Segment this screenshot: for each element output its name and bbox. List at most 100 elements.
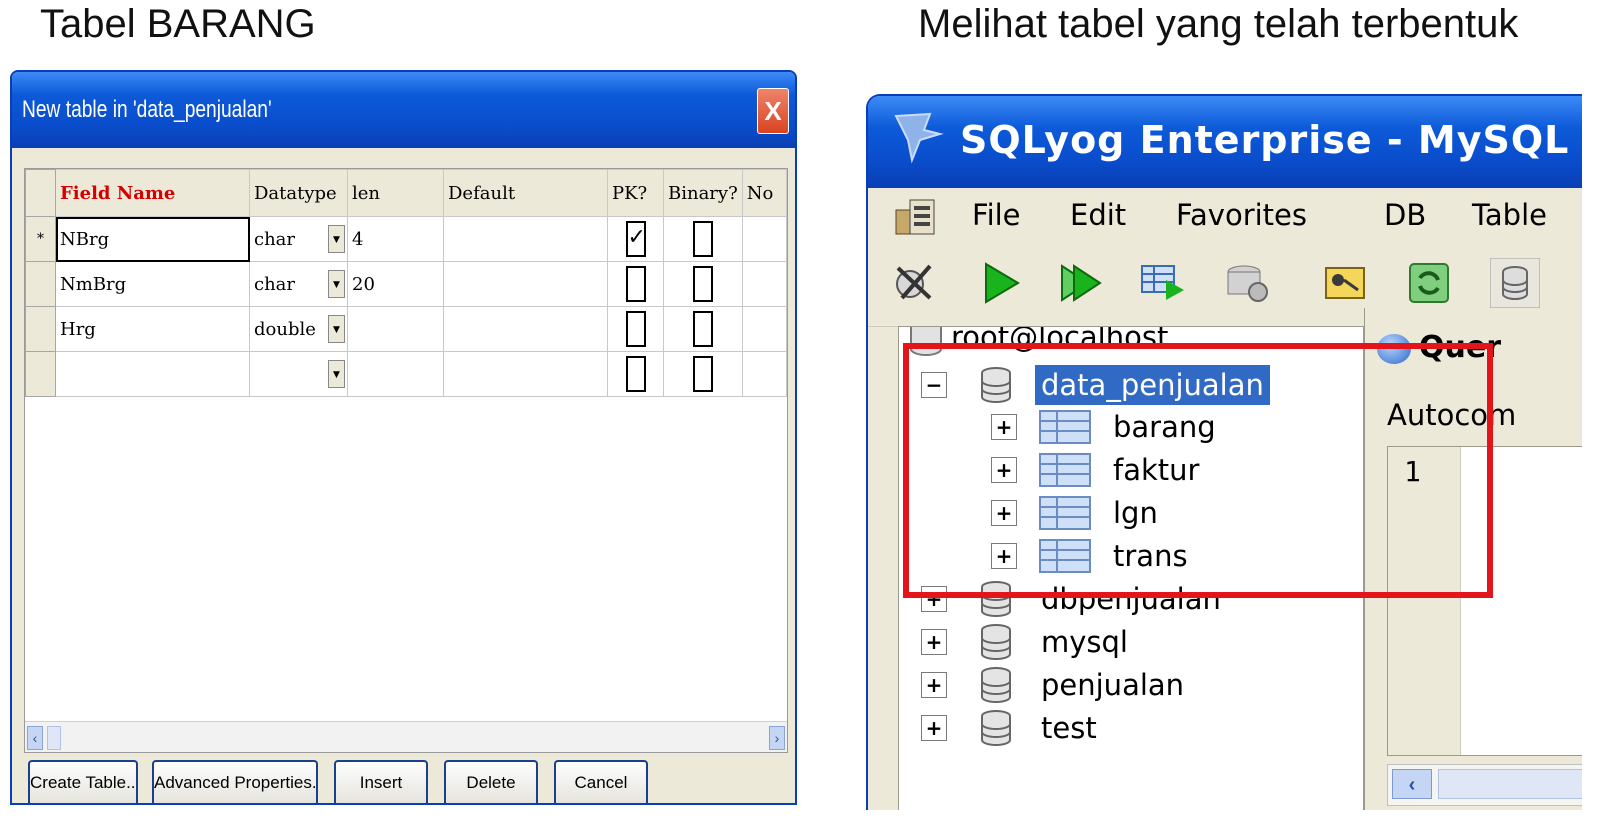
- menu-edit[interactable]: Edit: [1070, 198, 1126, 232]
- field-name-cell[interactable]: NmBrg: [55, 261, 250, 307]
- refresh-icon[interactable]: [1404, 258, 1454, 308]
- default-cell[interactable]: [443, 216, 608, 262]
- field-name-cell[interactable]: [55, 351, 250, 397]
- column-header-len[interactable]: len: [347, 169, 444, 217]
- pk-checkbox[interactable]: [625, 356, 646, 392]
- datatype-cell[interactable]: char ▼: [249, 216, 348, 262]
- pk-checkbox[interactable]: [625, 266, 646, 302]
- row-selector[interactable]: [25, 306, 56, 352]
- stop-query-icon[interactable]: [1222, 258, 1272, 308]
- column-header-field-name[interactable]: Field Name: [55, 169, 250, 217]
- chevron-down-icon[interactable]: ▼: [328, 360, 345, 388]
- schema-designer-icon[interactable]: [1320, 258, 1370, 308]
- menu-file[interactable]: File: [972, 198, 1021, 232]
- expand-icon[interactable]: +: [921, 672, 947, 698]
- tree-table-trans[interactable]: + trans: [899, 536, 1359, 576]
- menu-db[interactable]: DB: [1384, 198, 1426, 232]
- dialog-titlebar[interactable]: New table in 'data_penjualan' X: [12, 72, 795, 148]
- sqlyog-window: SQLyog Enterprise - MySQL File Edit Favo…: [866, 94, 1582, 810]
- binary-checkbox[interactable]: [692, 266, 713, 302]
- tree-db-dbpenjualan[interactable]: + dbpenjualan: [899, 579, 1359, 619]
- expand-icon[interactable]: +: [991, 543, 1017, 569]
- pk-cell: [607, 351, 664, 397]
- len-cell[interactable]: [347, 306, 444, 352]
- scroll-right-icon[interactable]: ›: [769, 726, 785, 750]
- len-cell[interactable]: [347, 351, 444, 397]
- binary-checkbox[interactable]: [692, 356, 713, 392]
- row-selector[interactable]: [25, 351, 56, 397]
- expand-icon[interactable]: +: [991, 414, 1017, 440]
- default-cell[interactable]: [443, 351, 608, 397]
- default-cell[interactable]: [443, 261, 608, 307]
- not-null-cell[interactable]: [741, 306, 787, 352]
- table-row: * NBrg char ▼ 4 ✓: [25, 216, 787, 262]
- scroll-track[interactable]: [1438, 769, 1582, 799]
- sqlyog-titlebar[interactable]: SQLyog Enterprise - MySQL: [868, 96, 1582, 188]
- close-button[interactable]: X: [757, 88, 789, 134]
- menu-favorites[interactable]: Favorites: [1176, 198, 1307, 232]
- chevron-down-icon[interactable]: ▼: [328, 270, 345, 298]
- dialog-title: New table in 'data_penjualan': [22, 96, 272, 123]
- insert-button[interactable]: Insert: [334, 760, 428, 803]
- create-table-button[interactable]: Create Table...: [28, 760, 138, 803]
- expand-icon[interactable]: +: [991, 457, 1017, 483]
- scroll-left-icon[interactable]: ‹: [1392, 769, 1432, 799]
- len-cell[interactable]: 20: [347, 261, 444, 307]
- tree-table-lgn[interactable]: + lgn: [899, 493, 1359, 533]
- editor-horizontal-scrollbar[interactable]: ‹: [1387, 764, 1582, 806]
- datatype-cell[interactable]: ▼: [249, 351, 348, 397]
- database-icon[interactable]: [1490, 258, 1540, 308]
- expand-icon[interactable]: +: [921, 715, 947, 741]
- chevron-down-icon[interactable]: ▼: [328, 315, 345, 343]
- datatype-cell[interactable]: double ▼: [249, 306, 348, 352]
- execute-all-icon[interactable]: [1056, 258, 1106, 308]
- menu-table[interactable]: Table: [1472, 198, 1547, 232]
- column-header-binary[interactable]: Binary?: [663, 169, 743, 217]
- tree-db-data-penjualan[interactable]: − data_penjualan: [899, 365, 1359, 405]
- tree-db-test[interactable]: + test: [899, 708, 1359, 748]
- not-null-cell[interactable]: [741, 351, 787, 397]
- pk-checkbox[interactable]: [625, 311, 646, 347]
- not-null-cell[interactable]: [741, 261, 787, 307]
- column-header-pk[interactable]: PK?: [607, 169, 664, 217]
- datatype-cell[interactable]: char ▼: [249, 261, 348, 307]
- tree-table-barang[interactable]: + barang: [899, 407, 1359, 447]
- expand-icon[interactable]: +: [991, 500, 1017, 526]
- cancel-button[interactable]: Cancel: [554, 760, 648, 803]
- execute-edit-icon[interactable]: [1138, 258, 1188, 308]
- connect-icon[interactable]: [890, 258, 940, 308]
- tree-db-penjualan[interactable]: + penjualan: [899, 665, 1359, 705]
- query-editor[interactable]: 1: [1387, 446, 1582, 756]
- row-selector[interactable]: [25, 261, 56, 307]
- not-null-cell[interactable]: [741, 216, 787, 262]
- horizontal-scrollbar[interactable]: ‹ ›: [25, 721, 787, 752]
- execute-query-icon[interactable]: [976, 258, 1026, 308]
- row-selector[interactable]: *: [25, 216, 56, 262]
- field-name-cell[interactable]: NBrg: [55, 216, 250, 262]
- binary-checkbox[interactable]: [692, 311, 713, 347]
- datatype-value: double: [254, 318, 316, 340]
- scroll-left-icon[interactable]: ‹: [27, 726, 43, 750]
- tree-root-label: root@localhost: [951, 326, 1169, 354]
- expand-icon[interactable]: +: [921, 586, 947, 612]
- datatype-value: char: [254, 273, 296, 295]
- binary-checkbox[interactable]: [692, 221, 713, 257]
- collapse-icon[interactable]: −: [921, 372, 947, 398]
- expand-icon[interactable]: +: [921, 629, 947, 655]
- app-menu-icon[interactable]: [892, 194, 938, 238]
- caption-right: Melihat tabel yang telah terbentuk: [918, 2, 1519, 46]
- len-cell[interactable]: 4: [347, 216, 444, 262]
- tree-table-faktur[interactable]: + faktur: [899, 450, 1359, 490]
- column-header-default[interactable]: Default: [443, 169, 608, 217]
- advanced-properties-button[interactable]: Advanced Properties...: [152, 760, 318, 803]
- delete-button[interactable]: Delete: [444, 760, 538, 803]
- tab-query[interactable]: Quer: [1377, 330, 1501, 365]
- tree-db-mysql[interactable]: + mysql: [899, 622, 1359, 662]
- field-name-cell[interactable]: Hrg: [55, 306, 250, 352]
- chevron-down-icon[interactable]: ▼: [328, 225, 345, 253]
- pk-checkbox[interactable]: ✓: [625, 221, 646, 257]
- column-header-not-null[interactable]: No: [741, 169, 787, 217]
- default-cell[interactable]: [443, 306, 608, 352]
- scroll-thumb[interactable]: [47, 726, 61, 750]
- column-header-datatype[interactable]: Datatype: [249, 169, 348, 217]
